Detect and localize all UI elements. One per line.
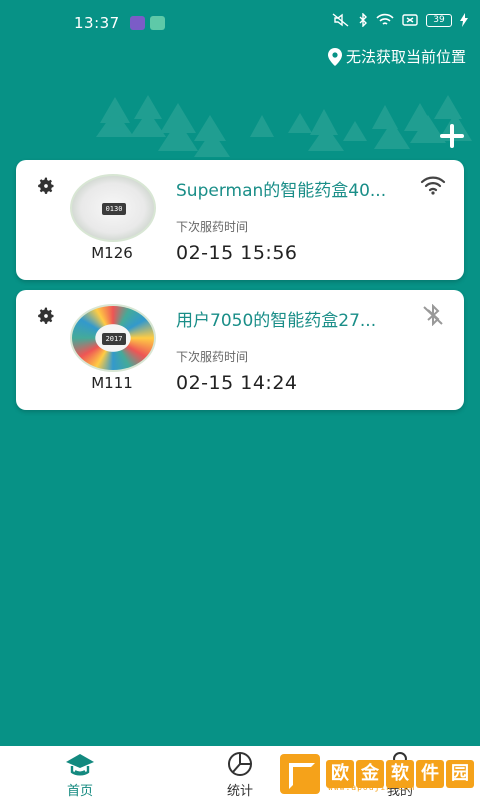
gear-icon[interactable] <box>36 176 56 196</box>
sim-off-icon <box>402 14 418 26</box>
pillbox-image: 2017 <box>70 304 156 372</box>
next-dose-time: 02-15 14:24 <box>176 372 298 394</box>
watermark-url: www.apoujin.com <box>328 783 416 792</box>
next-dose-label: 下次服药时间 <box>176 220 249 234</box>
status-bar: 13:37 39 <box>0 0 480 44</box>
device-model: M111 <box>91 374 133 392</box>
nav-home-label: 首页 <box>66 784 93 799</box>
wifi-icon <box>376 13 394 25</box>
location-pin-icon <box>327 47 342 66</box>
bluetooth-icon <box>359 13 367 27</box>
next-dose-time: 02-15 15:56 <box>176 242 298 264</box>
nav-stats[interactable]: 统计 <box>210 750 270 799</box>
pillbox-display: 0130 <box>102 203 126 215</box>
mute-vibrate-icon <box>332 13 349 27</box>
watermark-logo-icon <box>280 754 320 794</box>
pillbox-image: 0130 <box>70 174 156 242</box>
gear-icon[interactable] <box>36 306 56 326</box>
battery-indicator: 39 <box>426 13 452 27</box>
notification-app-icon <box>130 16 145 30</box>
forest-decoration <box>96 95 472 157</box>
device-name: 用户7050的智能药盒27... <box>176 311 377 331</box>
status-time: 13:37 <box>74 14 120 32</box>
bluetooth-off-icon <box>423 304 443 326</box>
next-dose-label: 下次服药时间 <box>176 350 249 364</box>
wifi-icon <box>420 176 446 195</box>
charging-icon <box>460 13 468 27</box>
pie-chart-icon <box>228 752 252 776</box>
device-card[interactable]: 0130 M126 Superman的智能药盒40... 下次服药时间 02-1… <box>16 160 464 280</box>
add-device-button[interactable] <box>438 122 466 150</box>
status-icons: 39 <box>332 13 468 27</box>
nav-home[interactable]: 首页 <box>50 750 110 799</box>
location-indicator[interactable]: 无法获取当前位置 <box>327 46 466 67</box>
watermark: 欧金软件园 www.apoujin.com <box>280 750 476 798</box>
notification-message-icon <box>150 16 165 30</box>
location-text: 无法获取当前位置 <box>345 48 466 66</box>
device-card[interactable]: 2017 M111 用户7050的智能药盒27... 下次服药时间 02-15 … <box>16 290 464 410</box>
home-icon <box>66 754 94 776</box>
device-model: M126 <box>91 244 133 262</box>
pillbox-display: 2017 <box>102 333 126 345</box>
device-name: Superman的智能药盒40... <box>176 181 387 201</box>
nav-stats-label: 统计 <box>226 784 253 799</box>
